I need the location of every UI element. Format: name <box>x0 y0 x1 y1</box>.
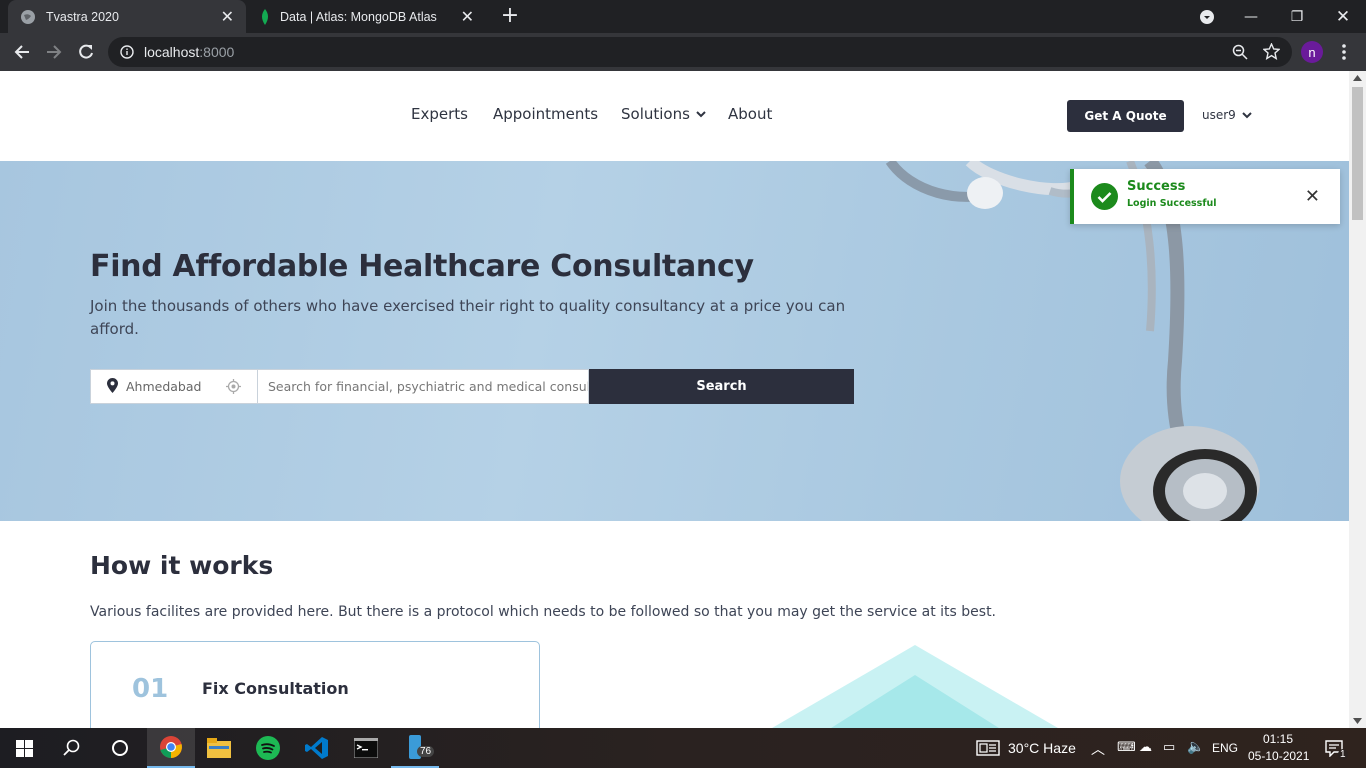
step-number: 01 <box>132 674 169 704</box>
mongodb-leaf-icon <box>260 8 270 25</box>
restore-button[interactable]: ❐ <box>1274 0 1320 33</box>
tab-tvastra[interactable]: Tvastra 2020 ✕ <box>8 0 246 33</box>
browser-tab-strip: Tvastra 2020 ✕ Data | Atlas: MongoDB Atl… <box>0 0 1366 33</box>
windows-start-icon[interactable] <box>0 728 48 768</box>
windows-taskbar: 76 30°C Haze ︿ ⌨ ☁ ▭ 🔈 ENG 01:15 05-10-2… <box>0 728 1366 768</box>
nav-about[interactable]: About <box>728 105 772 123</box>
location-value: Ahmedabad <box>126 379 202 394</box>
location-field[interactable]: Ahmedabad <box>90 369 258 404</box>
forward-icon[interactable] <box>42 40 66 64</box>
close-tab-icon[interactable]: ✕ <box>461 7 474 27</box>
reload-icon[interactable] <box>74 40 98 64</box>
terminal-icon[interactable] <box>342 728 390 768</box>
info-icon[interactable] <box>120 45 134 59</box>
chrome-icon[interactable] <box>147 728 195 768</box>
locate-me-icon[interactable] <box>226 379 241 397</box>
globe-icon <box>20 9 36 25</box>
zoom-icon[interactable] <box>1232 44 1248 60</box>
bookmark-star-icon[interactable] <box>1263 43 1280 60</box>
chevron-down-icon <box>696 110 706 117</box>
vscode-icon[interactable] <box>293 728 341 768</box>
tab-search-icon[interactable] <box>1184 0 1230 33</box>
close-tab-icon[interactable]: ✕ <box>221 7 234 27</box>
section-title: How it works <box>90 551 274 580</box>
nav-solutions-label: Solutions <box>621 105 690 123</box>
spotify-icon[interactable] <box>244 728 292 768</box>
url-text: localhost:8000 <box>144 44 235 60</box>
menu-kebab-icon[interactable] <box>1332 40 1356 64</box>
profile-avatar[interactable]: n <box>1301 41 1323 63</box>
news-widget-icon[interactable] <box>976 740 1000 760</box>
back-icon[interactable] <box>10 40 34 64</box>
app-icon-with-badge[interactable]: 76 <box>391 728 439 768</box>
web-page: Experts Appointments Solutions About Get… <box>0 71 1349 728</box>
tab-title: Tvastra 2020 <box>46 9 119 24</box>
new-tab-button[interactable]: + <box>498 4 522 28</box>
check-circle-icon <box>1091 183 1118 210</box>
nav-appointments[interactable]: Appointments <box>493 105 598 123</box>
search-icon[interactable] <box>48 728 96 768</box>
toast-message: Login Successful <box>1127 198 1217 209</box>
browser-toolbar: localhost:8000 n <box>0 33 1366 71</box>
section-description: Various facilites are provided here. But… <box>90 604 997 620</box>
nav-experts[interactable]: Experts <box>411 105 468 123</box>
notification-count: 1 <box>1338 749 1348 760</box>
search-input[interactable]: Search for financial, psychiatric and me… <box>258 369 589 404</box>
language-indicator[interactable]: ENG <box>1212 741 1238 755</box>
weather-text[interactable]: 30°C Haze <box>1008 740 1076 756</box>
meet-now-icon[interactable]: ⌨ <box>1117 739 1136 755</box>
tab-title: Data | Atlas: MongoDB Atlas <box>280 9 437 24</box>
decorative-shape <box>772 645 1058 728</box>
tab-mongodb[interactable]: Data | Atlas: MongoDB Atlas ✕ <box>248 0 486 33</box>
volume-icon[interactable]: 🔈 <box>1187 738 1204 755</box>
clock-time[interactable]: 01:15 <box>1263 732 1293 746</box>
page-scrollbar[interactable] <box>1349 71 1366 728</box>
battery-icon[interactable]: ▭ <box>1163 739 1175 755</box>
step-card: 01 Fix Consultation <box>90 641 540 728</box>
hero-subtitle: Join the thousands of others who have ex… <box>90 297 846 338</box>
clock-date[interactable]: 05-10-2021 <box>1248 749 1309 763</box>
nav-solutions[interactable]: Solutions <box>621 105 706 123</box>
cortana-icon[interactable] <box>96 728 144 768</box>
step-title: Fix Consultation <box>202 679 349 698</box>
search-bar: Ahmedabad Search for financial, psychiat… <box>90 369 854 404</box>
hero-title: Find Affordable Healthcare Consultancy <box>90 249 754 284</box>
username: user9 <box>1202 108 1236 122</box>
close-toast-icon[interactable]: ✕ <box>1305 186 1320 207</box>
site-navbar: Experts Appointments Solutions About Get… <box>0 71 1349 161</box>
chevron-up-icon[interactable]: ︿ <box>1091 739 1105 759</box>
toast-title: Success <box>1127 179 1186 194</box>
success-toast: Success Login Successful ✕ <box>1070 169 1340 224</box>
map-pin-icon <box>107 377 118 396</box>
chevron-down-icon <box>1242 111 1252 118</box>
file-explorer-icon[interactable] <box>195 728 243 768</box>
badge-count: 76 <box>417 746 435 757</box>
onedrive-icon[interactable]: ☁ <box>1139 739 1152 755</box>
get-quote-button[interactable]: Get A Quote <box>1067 100 1184 132</box>
address-bar[interactable]: localhost:8000 <box>108 37 1292 67</box>
user-menu[interactable]: user9 <box>1202 108 1252 122</box>
scrollbar-thumb[interactable] <box>1352 87 1363 220</box>
search-button[interactable]: Search <box>589 369 854 404</box>
close-window-button[interactable]: ✕ <box>1320 0 1366 33</box>
minimize-button[interactable]: — <box>1228 0 1274 33</box>
